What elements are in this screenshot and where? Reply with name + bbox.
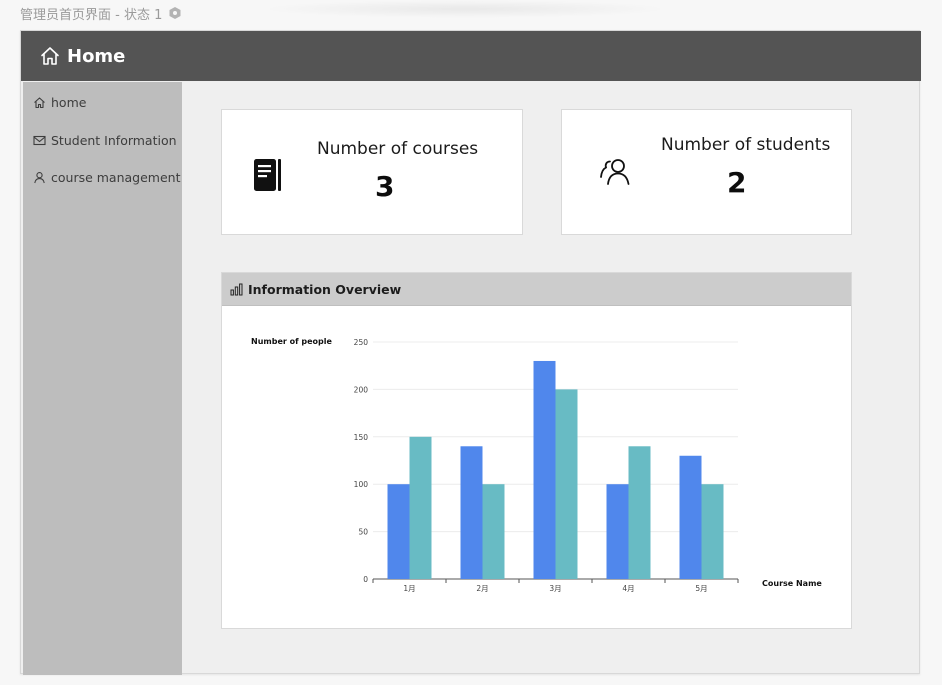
x-tick-label: 3月	[549, 584, 561, 593]
sidebar-item-course-management[interactable]: course management	[33, 168, 181, 186]
sidebar: home Student Information course manageme…	[23, 82, 182, 675]
overview-title: Information Overview	[248, 281, 402, 297]
y-tick-label: 0	[363, 575, 368, 584]
page-title-text: 管理员首页界面 - 状态 1	[20, 7, 163, 23]
courses-stat-label: Number of courses	[317, 139, 479, 159]
sidebar-item-label: Student Information	[51, 132, 177, 148]
x-tick-label: 5月	[695, 584, 707, 593]
y-tick-label: 200	[354, 385, 369, 394]
mail-icon	[33, 135, 46, 145]
book-icon	[254, 159, 281, 191]
bar	[555, 389, 578, 579]
header-bar: Home	[21, 31, 921, 81]
state-hexagon-icon[interactable]	[168, 6, 182, 20]
sidebar-item-label: home	[51, 94, 87, 110]
courses-stat-value: 3	[375, 170, 395, 203]
app-window: Home home Student Information course man…	[20, 30, 921, 675]
x-tick-label: 2月	[476, 584, 488, 593]
header-title: Home	[67, 45, 126, 67]
bar	[628, 446, 651, 579]
y-tick-label: 100	[354, 480, 369, 489]
bar-chart-icon	[230, 283, 243, 295]
users-icon	[600, 159, 630, 185]
x-tick-label: 1月	[403, 584, 415, 593]
overview-header: Information Overview	[222, 273, 851, 306]
overview-bar-chart: 0 50 100 150 200 250 1月 2月 3月 4月 5月 Number of peopl…	[251, 337, 822, 593]
bar	[701, 484, 724, 579]
topbar-shadow	[260, 0, 670, 18]
x-tick-label: 4月	[622, 584, 634, 593]
y-tick-label: 250	[354, 338, 369, 347]
y-tick-label: 50	[358, 528, 368, 537]
y-axis-title: Number of people	[251, 337, 332, 346]
bar	[533, 360, 556, 579]
students-stat-label: Number of students	[661, 135, 831, 155]
user-icon	[34, 171, 45, 183]
bar	[482, 484, 505, 579]
bar	[387, 484, 410, 579]
bar	[460, 446, 483, 579]
bar	[606, 484, 629, 579]
bar	[679, 455, 702, 579]
bar	[409, 436, 432, 579]
home-icon	[41, 47, 59, 65]
y-tick-label: 150	[354, 433, 369, 442]
courses-stat-card: Number of courses 3	[221, 109, 523, 235]
sidebar-item-label: course management	[51, 169, 181, 185]
x-axis-title: Course Name	[762, 579, 822, 588]
sidebar-item-home[interactable]: home	[33, 93, 86, 111]
students-stat-card: Number of students 2	[561, 109, 852, 235]
sidebar-item-student-information[interactable]: Student Information	[33, 131, 177, 149]
students-stat-value: 2	[727, 166, 747, 199]
page-title: 管理员首页界面 - 状态 1	[20, 4, 182, 23]
home-icon	[34, 96, 45, 108]
information-overview-panel: Information Overview 0 50 100 150 200 250 1月 2月…	[221, 272, 852, 629]
